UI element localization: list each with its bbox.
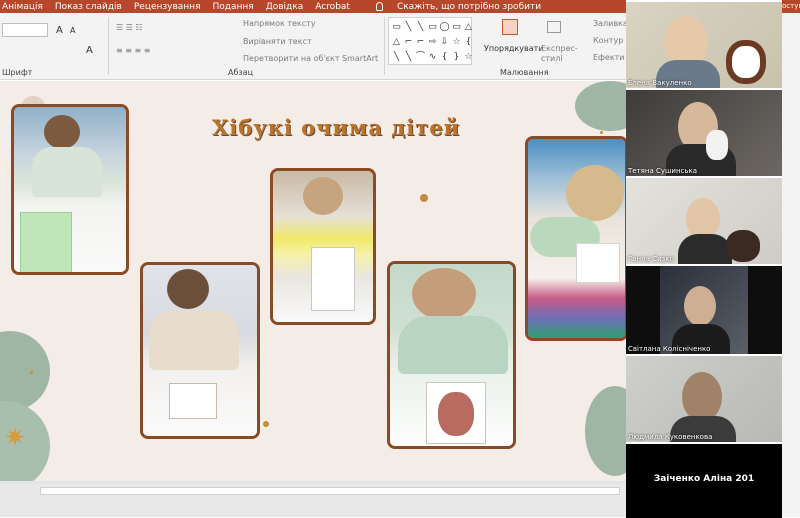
decor-blob	[0, 331, 50, 411]
participant-tile[interactable]: Елена Вакуленко	[626, 2, 782, 88]
photo-child-3	[270, 168, 376, 325]
font-group-label: Шрифт	[2, 68, 33, 77]
slide[interactable]: ✷ Хібукі очима дітей	[0, 81, 626, 481]
smartart-button[interactable]: Перетворити на об'єкт SmartArt	[243, 54, 378, 63]
participant-name: Ганна Сизко	[628, 255, 674, 263]
tell-me-search[interactable]: Скажіть, що потрібно зробити	[397, 2, 541, 12]
decrease-font-icon[interactable]: A	[70, 26, 75, 35]
tab-slideshow[interactable]: Показ слайдів	[55, 2, 122, 12]
font-size-dropdown[interactable]	[2, 23, 48, 37]
participant-name: Людмила Куковенкова	[628, 433, 713, 441]
align-icons[interactable]: ≡ ≡ ≡ ≡	[116, 46, 150, 55]
active-speaker-tile[interactable]: Заіченко Аліна 201	[626, 444, 782, 518]
participant-tile[interactable]: Ганна Сизко	[626, 178, 782, 264]
decor-blob	[575, 81, 626, 131]
font-color-icon[interactable]: A	[86, 45, 93, 56]
tab-review[interactable]: Рецензування	[134, 2, 201, 12]
window-edge: оступ	[782, 0, 800, 517]
decor-blob	[585, 386, 626, 476]
participant-tile[interactable]: Людмила Куковенкова	[626, 356, 782, 442]
video-panel: Елена Вакуленко Тетяна Сушинська Ганна С…	[626, 0, 800, 518]
participant-name: Елена Вакуленко	[628, 79, 692, 87]
increase-font-icon[interactable]: A	[56, 25, 63, 36]
photo-child-4	[387, 261, 516, 449]
photo-child-5	[525, 136, 626, 341]
shape-fill-button[interactable]: Заливка	[593, 19, 628, 28]
quick-styles-icon[interactable]	[547, 21, 561, 33]
bullets-icon[interactable]: ☰ ☰ ☷	[116, 23, 143, 32]
participant-tile[interactable]: Світлана Колісніченко	[626, 266, 782, 354]
shapes-gallery[interactable]: ▭ ╲ ╲ ▭ ◯ ▭ △ △ ⌐ ⌐ ⇨ ⇩ ☆{ ╲ ╲ ⌒ ∿{} ☆	[388, 17, 473, 65]
tab-access-cut[interactable]: оступ	[782, 0, 800, 13]
photo-child-2	[140, 262, 260, 439]
arrange-button[interactable]: Упорядкувати	[484, 44, 543, 53]
slide-editor: ✷ Хібукі очима дітей	[0, 81, 626, 486]
scrollbar-track[interactable]	[40, 487, 620, 495]
photo-child-1	[11, 104, 129, 275]
decor-dot	[30, 371, 33, 374]
text-direction-button[interactable]: Напрямок тексту	[243, 19, 316, 28]
lightbulb-icon	[375, 2, 383, 11]
participant-name: Світлана Колісніченко	[628, 345, 711, 353]
tab-view[interactable]: Подання	[213, 2, 254, 12]
decor-dot	[263, 421, 269, 427]
quick-styles-button[interactable]: Експрес-стилі	[541, 44, 579, 64]
divider	[108, 17, 109, 75]
participant-name: Тетяна Сушинська	[628, 167, 698, 175]
arrange-icon[interactable]	[502, 19, 518, 35]
divider	[384, 17, 385, 75]
paragraph-group-label: Абзац	[228, 68, 254, 77]
drawing-group-label: Малювання	[500, 68, 549, 77]
participant-tile[interactable]: Тетяна Сушинська	[626, 90, 782, 176]
align-text-button[interactable]: Вирівняти текст	[243, 37, 312, 46]
tab-acrobat[interactable]: Acrobat	[315, 2, 350, 12]
tab-help[interactable]: Довідка	[266, 2, 304, 12]
ribbon: A A A Шрифт ☰ ☰ ☷ ≡ ≡ ≡ ≡ Напрямок текст…	[0, 13, 634, 80]
star-decoration: ✷	[4, 423, 26, 453]
decor-dot	[600, 131, 603, 134]
tab-animation[interactable]: Анімація	[2, 2, 43, 12]
decor-dot	[420, 194, 428, 202]
active-speaker-name: Заіченко Аліна 201	[653, 474, 755, 484]
horizontal-scrollbar[interactable]	[0, 484, 626, 517]
slide-title: Хібукі очима дітей	[212, 115, 461, 140]
